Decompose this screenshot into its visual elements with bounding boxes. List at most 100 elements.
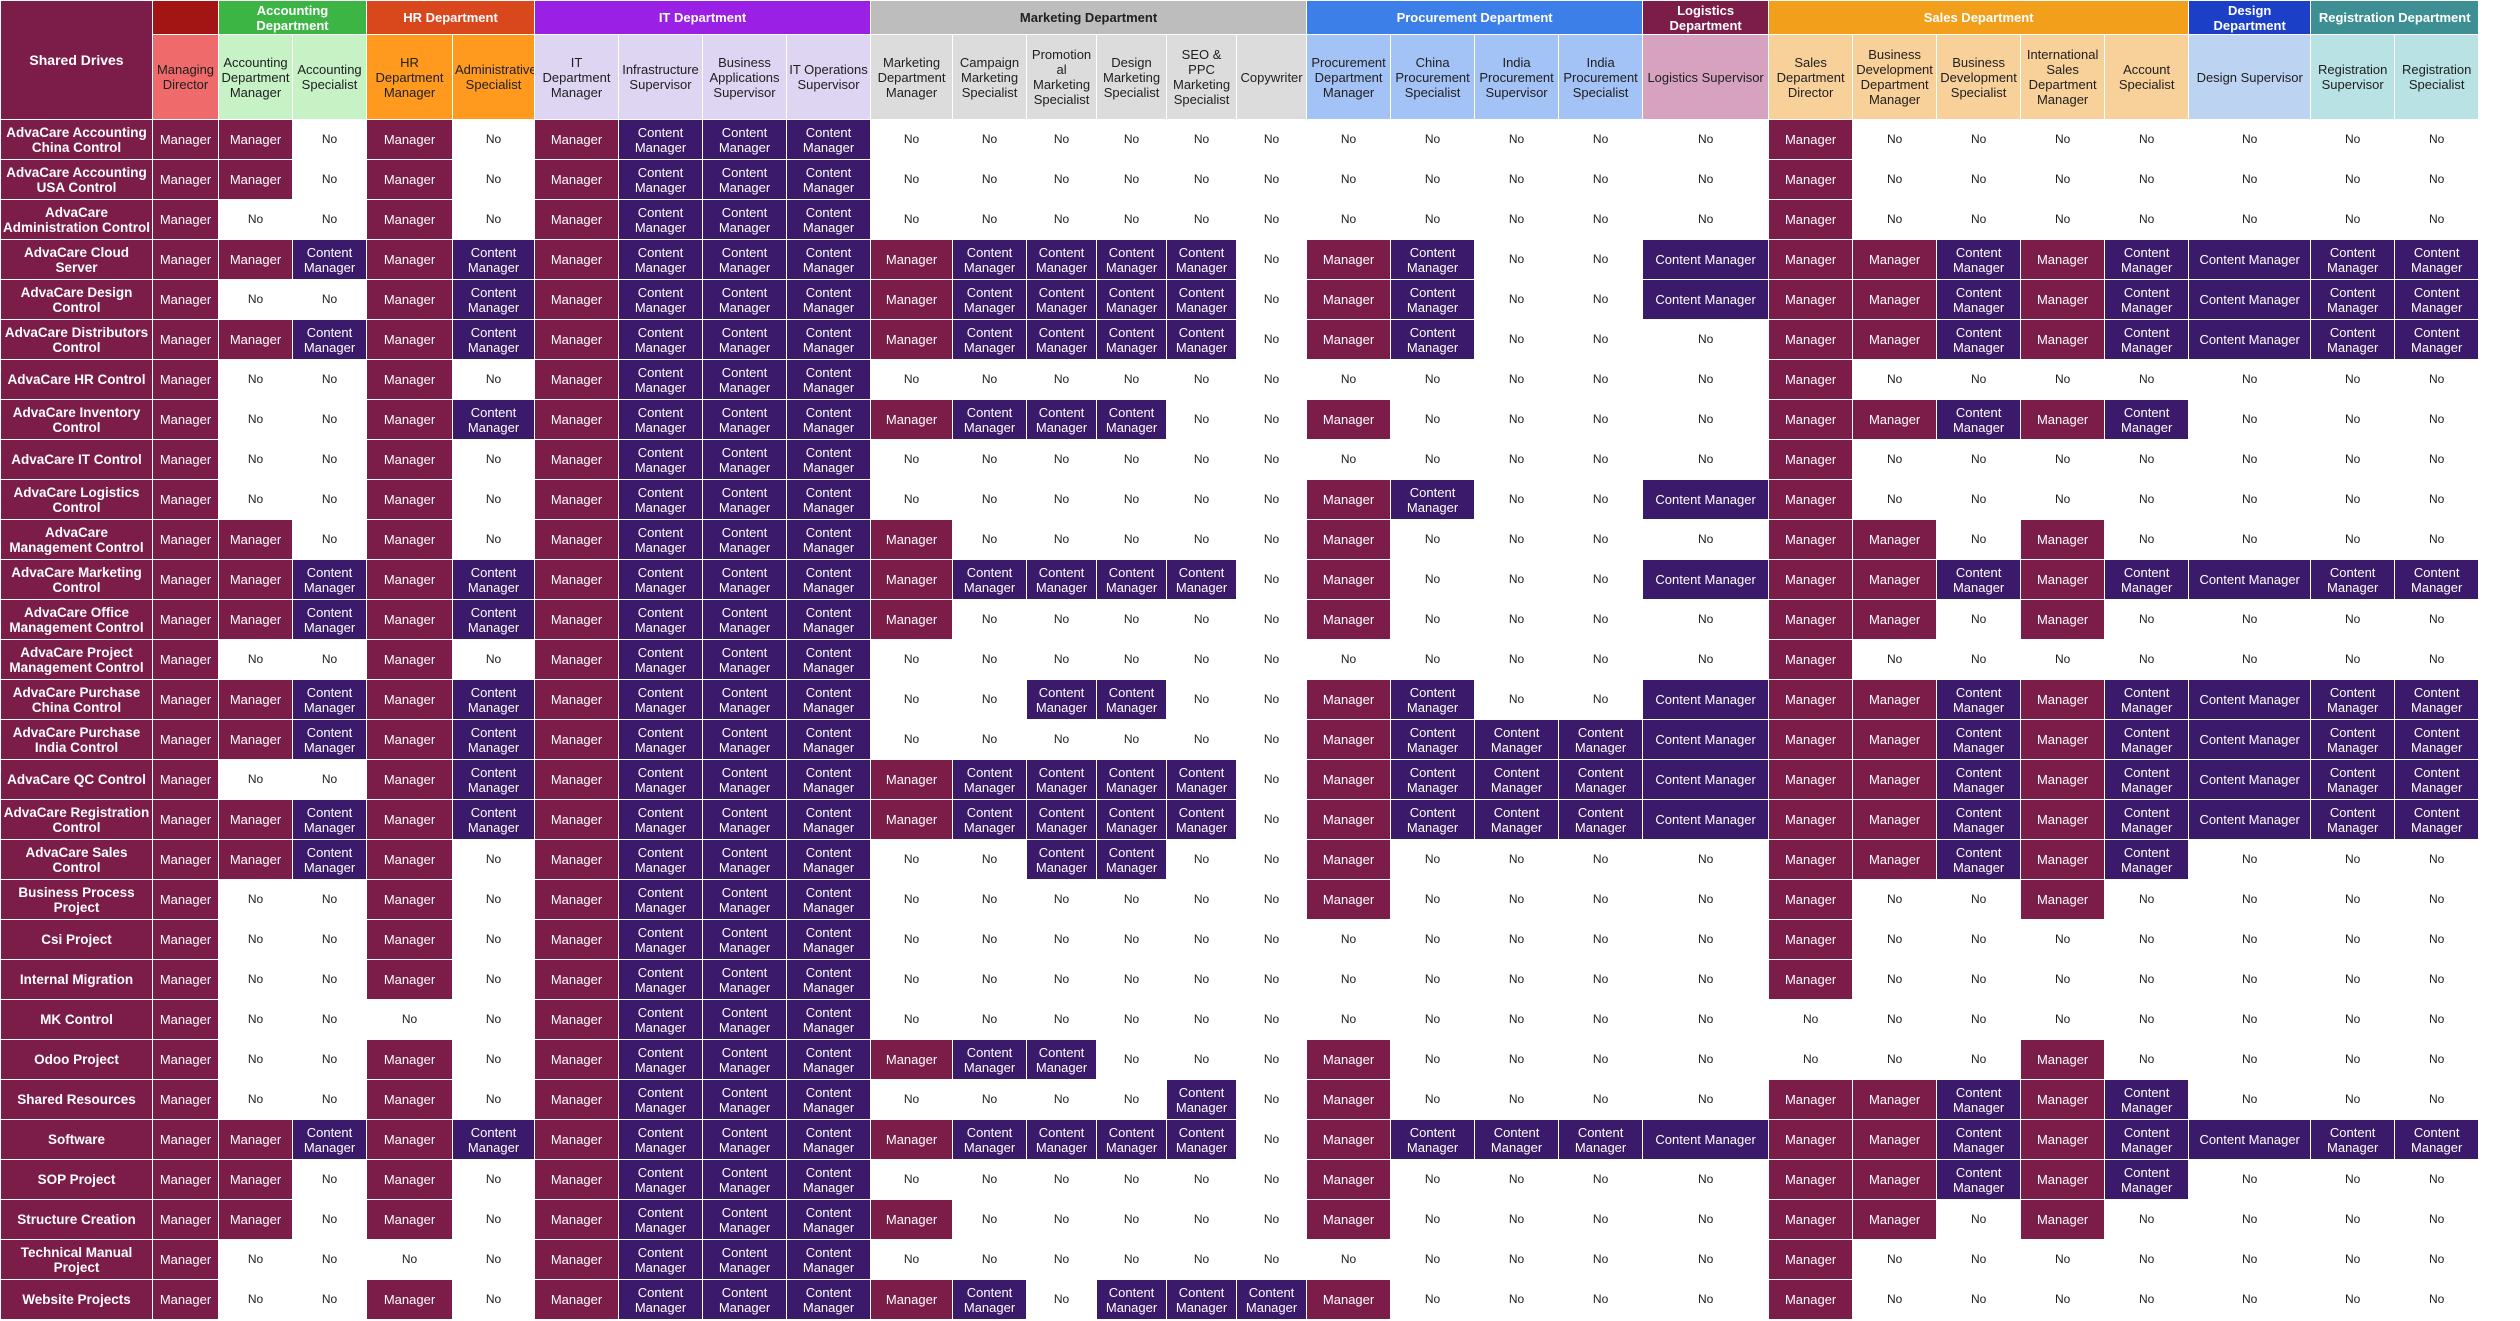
access-content-manager: Content Manager <box>618 1039 703 1080</box>
access-manager: Manager <box>534 1079 619 1120</box>
access-none: No <box>1558 919 1644 960</box>
access-content-manager: Content Manager <box>2394 559 2480 600</box>
department-header: Sales Department <box>1768 0 2190 35</box>
access-manager: Manager <box>152 399 219 440</box>
access-content-manager: Content Manager <box>618 119 703 160</box>
access-manager: Manager <box>218 559 293 600</box>
drive-name: AdvaCare Registration Control <box>0 799 153 840</box>
access-none: No <box>1306 199 1392 240</box>
access-none: No <box>1474 279 1560 320</box>
access-manager: Manager <box>1852 1159 1938 1200</box>
access-none: No <box>2394 599 2480 640</box>
access-none: No <box>1166 679 1238 720</box>
access-none: No <box>1026 119 1098 160</box>
access-none: No <box>1096 439 1168 480</box>
access-manager: Manager <box>1852 719 1938 760</box>
access-none: No <box>1236 159 1308 200</box>
access-none: No <box>2104 879 2190 920</box>
access-manager: Manager <box>1768 479 1854 520</box>
drive-name: Structure Creation <box>0 1199 153 1240</box>
role-header: Marketing Department Manager <box>870 34 954 120</box>
access-manager: Manager <box>1306 839 1392 880</box>
access-none: No <box>1166 1199 1238 1240</box>
access-content-manager: Content Manager <box>2188 799 2312 840</box>
access-manager: Manager <box>366 1079 453 1120</box>
access-content-manager: Content Manager <box>1026 319 1098 360</box>
access-none: No <box>2188 199 2312 240</box>
access-none: No <box>292 199 367 240</box>
access-manager: Manager <box>1768 239 1854 280</box>
access-content-manager: Content Manager <box>618 359 703 400</box>
access-manager: Manager <box>366 319 453 360</box>
access-none: No <box>2104 119 2190 160</box>
access-content-manager: Content Manager <box>2394 279 2480 320</box>
access-content-manager: Content Manager <box>702 639 787 680</box>
access-none: No <box>1474 879 1560 920</box>
drive-row: AdvaCare QC Control Manager No No Manager Con… <box>0 759 2480 800</box>
access-content-manager: Content Manager <box>785 919 872 960</box>
role-header: Infrastructure Supervisor <box>618 34 703 120</box>
access-none: No <box>218 1239 293 1280</box>
access-manager: Manager <box>366 759 453 800</box>
access-content-manager: Content Manager <box>1096 679 1168 720</box>
access-none: No <box>1852 919 1938 960</box>
drive-row: AdvaCare Accounting China Control Manager… <box>0 119 2480 160</box>
access-content-manager: Content Manager <box>452 719 535 760</box>
role-header: India Procurement Specialist <box>1558 34 1644 120</box>
access-content-manager: Content Manager <box>618 679 703 720</box>
access-none: No <box>1936 639 2022 680</box>
access-none: No <box>1474 439 1560 480</box>
access-none: No <box>1642 639 1770 680</box>
access-none: No <box>1096 1079 1168 1120</box>
access-content-manager: Content Manager <box>1474 799 1560 840</box>
access-manager: Manager <box>366 279 453 320</box>
access-none: No <box>952 719 1028 760</box>
access-content-manager: Content Manager <box>292 319 367 360</box>
access-content-manager: Content Manager <box>452 319 535 360</box>
access-manager: Manager <box>1768 399 1854 440</box>
access-manager: Manager <box>218 679 293 720</box>
access-manager: Manager <box>2020 559 2106 600</box>
access-manager: Manager <box>218 1199 293 1240</box>
drive-name: AdvaCare Accounting USA Control <box>0 159 153 200</box>
access-manager: Manager <box>1852 599 1938 640</box>
access-none: No <box>292 159 367 200</box>
drive-row: Structure Creation Manager Manager No Manage… <box>0 1199 2480 1240</box>
access-none: No <box>2188 1159 2312 1200</box>
drive-row: SOP Project Manager Manager No Manager No Mana… <box>0 1159 2480 1200</box>
access-none: No <box>1236 919 1308 960</box>
access-content-manager: Content Manager <box>1390 679 1476 720</box>
access-none: No <box>1642 599 1770 640</box>
access-none: No <box>1558 839 1644 880</box>
access-none: No <box>1166 719 1238 760</box>
access-none: No <box>1026 199 1098 240</box>
access-content-manager: Content Manager <box>1558 719 1644 760</box>
drive-name: AdvaCare Sales Control <box>0 839 153 880</box>
drive-row: Technical Manual Project Manager No No No No M… <box>0 1239 2480 1280</box>
access-none: No <box>1096 879 1168 920</box>
access-none: No <box>1236 1119 1308 1160</box>
access-none: No <box>1390 1239 1476 1280</box>
access-manager: Manager <box>152 1159 219 1200</box>
access-none: No <box>2104 1279 2190 1320</box>
access-content-manager: Content Manager <box>785 1239 872 1280</box>
access-none: No <box>1236 399 1308 440</box>
access-none: No <box>1390 1079 1476 1120</box>
access-manager: Manager <box>2020 1039 2106 1080</box>
department-header: Marketing Department <box>870 0 1308 35</box>
access-manager: Manager <box>366 399 453 440</box>
access-manager: Manager <box>1306 759 1392 800</box>
access-manager: Manager <box>152 759 219 800</box>
drive-name: AdvaCare HR Control <box>0 359 153 400</box>
access-manager: Manager <box>534 879 619 920</box>
access-manager: Manager <box>366 1039 453 1080</box>
access-content-manager: Content Manager <box>702 1039 787 1080</box>
access-none: No <box>2188 999 2312 1040</box>
access-content-manager: Content Manager <box>702 519 787 560</box>
access-none: No <box>452 1239 535 1280</box>
access-none: No <box>2188 1199 2312 1240</box>
access-content-manager: Content Manager <box>1096 799 1168 840</box>
access-content-manager: Content Manager <box>1936 1159 2022 1200</box>
access-content-manager: Content Manager <box>785 559 872 600</box>
access-none: No <box>452 879 535 920</box>
